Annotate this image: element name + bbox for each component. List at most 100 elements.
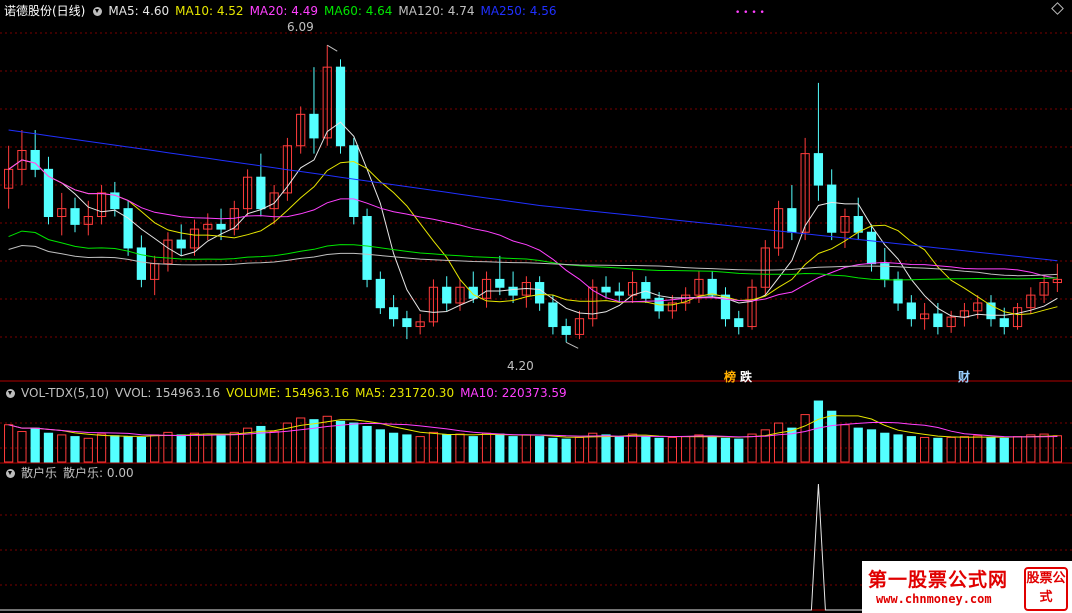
candle-body [216, 223, 226, 230]
dropdown-icon[interactable] [6, 469, 15, 478]
volume-bar [574, 436, 585, 463]
volume-bar [1012, 436, 1023, 463]
volume-bar [813, 400, 824, 463]
volume-bar [455, 433, 465, 463]
watermark-logo: 股票公式 [1024, 567, 1068, 611]
volume-bar [734, 438, 744, 463]
candle-body [309, 113, 319, 139]
volume-bar [840, 424, 850, 463]
candle-body [734, 318, 744, 328]
candle-body [123, 208, 133, 249]
volume-bar [508, 436, 518, 463]
high-marker [326, 44, 338, 52]
event-tag-bang[interactable]: 榜 [724, 368, 736, 385]
volume-bar [216, 435, 226, 463]
candle-body [561, 326, 571, 335]
vol-ma5-line [8, 415, 1058, 438]
candle-body [999, 318, 1009, 328]
ma5-label: MA5: 4.60 [108, 4, 170, 18]
candle-body [641, 282, 651, 299]
candle-body [893, 278, 903, 304]
volume-bar [707, 436, 717, 463]
high-price-label: 6.09 [287, 20, 314, 34]
volume-bar [641, 436, 651, 463]
indicator-header: 散户乐 散户乐: 0.00 [4, 465, 140, 481]
volume-bar [919, 436, 930, 463]
volume-bar [681, 436, 691, 463]
volume-bar [535, 436, 545, 463]
main-chart-header: 诺德股份(日线) MA5: 4.60 MA10: 4.52 MA20: 4.49 MA6… [4, 3, 563, 19]
volume-bar [176, 434, 186, 463]
vol-ma10-label: MA10: 220373.59 [460, 386, 567, 400]
volume-bar [30, 427, 40, 463]
ma60-line [8, 230, 1058, 281]
ma60-label: MA60: 4.64 [324, 4, 393, 18]
event-tag-cai[interactable]: 财 [958, 368, 970, 385]
volume-bar [866, 429, 877, 463]
volume-bar [654, 437, 664, 463]
indicator-name: 散户乐 [21, 466, 58, 480]
volume-bar [442, 434, 452, 463]
candle-body [70, 208, 80, 225]
ma20-label: MA20: 4.49 [249, 4, 318, 18]
candle-body [707, 278, 717, 296]
candle-body [614, 291, 624, 296]
low-price-label: 4.20 [507, 359, 534, 373]
candle-body [335, 66, 346, 147]
vol-ma5-label: MA5: 231720.30 [355, 386, 455, 400]
kline-chart[interactable] [0, 0, 1072, 613]
volume-bar [1052, 435, 1062, 463]
candle-body [535, 282, 545, 304]
volume-bar [362, 425, 372, 463]
volume-bar [906, 436, 916, 463]
volume-bar [946, 436, 956, 463]
ma120-label: MA120: 4.74 [398, 4, 475, 18]
volume-bar [973, 435, 983, 463]
candle-body [495, 278, 505, 288]
volume-bar [561, 438, 571, 463]
candle-body [388, 307, 399, 320]
candle-body [548, 302, 558, 328]
candle-body [256, 176, 266, 210]
volume-bar [959, 436, 970, 463]
candle-body [468, 286, 478, 299]
dropdown-icon[interactable] [6, 389, 15, 398]
ma250-line [8, 129, 1058, 262]
volume-bar [402, 434, 412, 463]
dropdown-icon[interactable] [93, 7, 103, 16]
candle-body [402, 318, 412, 328]
watermark: 第一股票公式网 www.chnmoney.com 股票公式 [862, 561, 1072, 613]
candle-body [601, 286, 611, 293]
volume-bar [17, 431, 27, 463]
volume-bar [70, 436, 80, 463]
volume-bar [986, 436, 996, 463]
volume-bar [375, 429, 385, 463]
volume-bar [110, 435, 120, 463]
ma250-label: MA250: 4.56 [480, 4, 557, 18]
indicator-value: 散户乐: 0.00 [63, 466, 134, 480]
volume-bar [893, 434, 903, 463]
candle-body [866, 231, 877, 265]
volume-bar [667, 436, 678, 463]
candle-body [933, 313, 943, 328]
signal-dots: • • • • [735, 8, 765, 18]
volume-bar [999, 437, 1009, 463]
volume-bar [880, 432, 890, 463]
vvol-label: VVOL: 154963.16 [115, 386, 221, 400]
volume-bar [601, 434, 611, 463]
event-tag-die[interactable]: 跌 [740, 368, 752, 385]
candle-body [349, 145, 359, 218]
vol-name: VOL-TDX(5,10) [21, 386, 110, 400]
volume-bar [83, 437, 93, 463]
volume-bar [933, 437, 943, 463]
candle-body [787, 208, 797, 233]
volume-bar [123, 436, 133, 463]
volume-bar [495, 433, 505, 463]
volume-bar [853, 427, 863, 463]
volume-header: VOL-TDX(5,10) VVOL: 154963.16 VOLUME: 1549… [4, 385, 573, 401]
volume-bar [827, 410, 837, 463]
volume-bar [614, 436, 624, 463]
volume-bar [43, 432, 54, 463]
volume-bar [388, 432, 399, 463]
ma10-label: MA10: 4.52 [175, 4, 244, 18]
